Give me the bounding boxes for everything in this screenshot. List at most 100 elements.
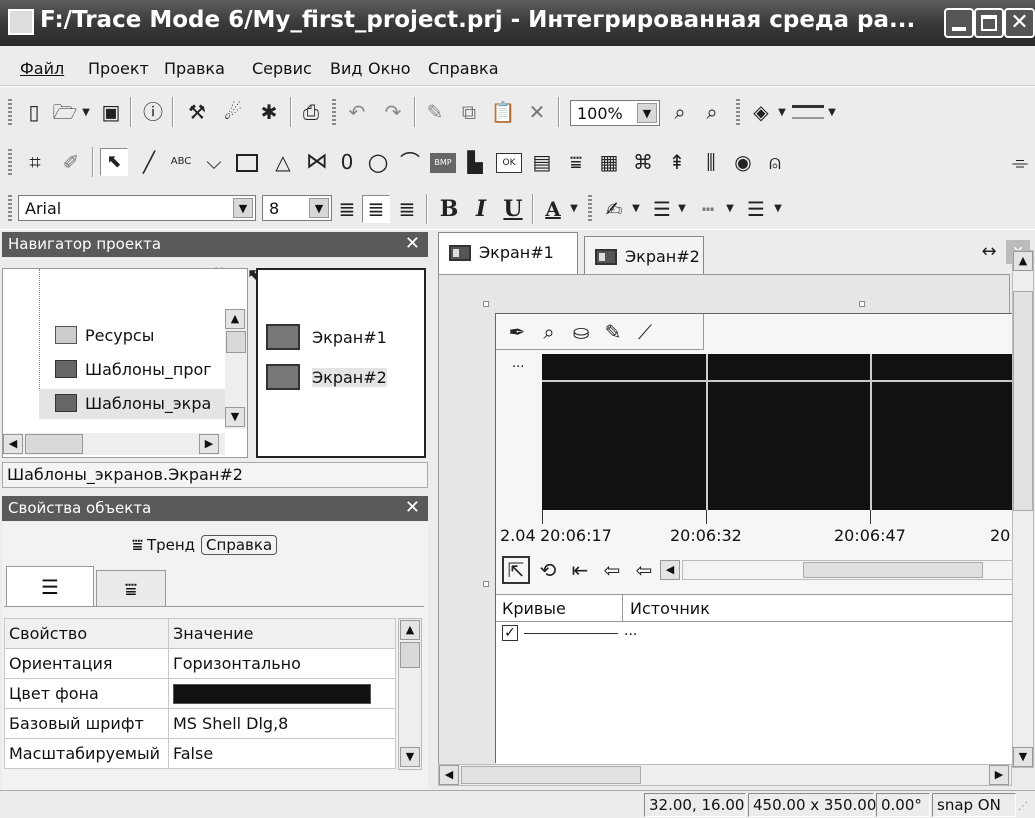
bold-icon[interactable]: B	[436, 195, 462, 223]
table-row[interactable]: Ориентация Горизонтально	[4, 648, 396, 679]
selection-handle[interactable]	[483, 581, 489, 587]
menu-help[interactable]: Справка	[428, 59, 499, 78]
color-swatch[interactable]	[173, 683, 371, 704]
menu-file[interactable]: Файл	[20, 59, 64, 78]
tab-screen-1[interactable]: Экран#1	[438, 232, 578, 274]
menu-edit[interactable]: Правка	[164, 59, 225, 78]
table-tool-icon[interactable]: ▦	[596, 149, 622, 175]
underline-icon[interactable]: U	[500, 195, 526, 223]
prev-page-icon[interactable]: ⇦	[598, 556, 626, 584]
tab-properties[interactable]: ☰	[6, 566, 94, 606]
save-icon[interactable]: ▣	[98, 99, 124, 125]
dropdown-arrow-icon[interactable]: ▼	[676, 201, 688, 217]
dropdown-arrow-icon[interactable]: ▼	[568, 201, 580, 217]
property-value[interactable]: MS Shell Dlg,8	[168, 708, 396, 739]
pen-icon[interactable]: ✒	[504, 320, 530, 344]
arc-tool-icon[interactable]: ⌒	[396, 149, 424, 175]
close-icon[interactable]: ✕	[405, 233, 420, 254]
horizontal-scrollbar[interactable]: ◀ ▶	[3, 433, 225, 455]
ruler-icon[interactable]: ⟋	[632, 320, 658, 344]
tree-item-program-templates[interactable]: Шаблоны_прог	[39, 355, 225, 385]
select-pointer-button[interactable]: ⬉	[100, 148, 128, 176]
editor-vscroll[interactable]: ▲ ▼	[1012, 250, 1034, 768]
compile-icon[interactable]: ⚒	[184, 99, 210, 125]
open-folder-icon[interactable]: 🗁	[52, 99, 78, 125]
print-icon[interactable]: ⎙	[298, 99, 324, 125]
valve-tool-icon[interactable]: ⋈	[302, 149, 332, 175]
triangle-tool-icon[interactable]: △	[270, 149, 296, 175]
disk-tool-icon[interactable]: ◉	[730, 149, 756, 175]
vertical-scrollbar[interactable]: ▲ ▼	[398, 618, 422, 770]
scroll-up-icon[interactable]: ▲	[400, 620, 420, 640]
selection-handle[interactable]	[483, 301, 489, 307]
editor-hscroll[interactable]: ◀ ▶	[438, 764, 1012, 786]
line-tool-icon[interactable]: ╱	[136, 149, 162, 175]
scroll-right-icon[interactable]: ▶	[989, 765, 1009, 785]
edit-icon[interactable]: ✎	[600, 320, 626, 344]
tree-item-screen-templates[interactable]: Шаблоны_экра	[39, 389, 225, 419]
line-end-icon[interactable]: ☰	[742, 195, 770, 223]
property-value[interactable]	[168, 678, 396, 709]
time-scrollbar[interactable]	[682, 560, 1016, 580]
debug-bug-icon[interactable]: ✱	[256, 99, 282, 125]
scroll-left-icon[interactable]: ◀	[3, 434, 23, 454]
number-tool-icon[interactable]: 0	[336, 149, 358, 175]
help-button[interactable]: Справка	[201, 535, 278, 555]
export-icon[interactable]: ⇱	[502, 556, 530, 584]
font-color-icon[interactable]: A	[540, 195, 566, 223]
alarm-bell-icon[interactable]: ⍝	[762, 149, 788, 175]
zoom-select[interactable]: 100% ▼	[570, 100, 660, 126]
button-tool-icon[interactable]: OK	[496, 153, 522, 173]
tab-trend[interactable]: ⩸	[96, 570, 166, 606]
new-file-icon[interactable]: ▯	[22, 99, 46, 125]
trend-tool-icon[interactable]: ▤	[528, 149, 556, 175]
zoom-fit-icon[interactable]: ⌕	[666, 99, 694, 125]
format-brush-icon[interactable]: ✎	[422, 99, 448, 125]
tab-screen-2[interactable]: Экран#2	[584, 236, 704, 274]
zoom-icon[interactable]: ⌕	[536, 320, 562, 344]
font-name-select[interactable]: Arial ▼	[18, 195, 256, 221]
polyline-tool-icon[interactable]: ⌵	[200, 149, 228, 175]
table-row[interactable]: Масштабируемый False	[4, 738, 396, 769]
maximize-button[interactable]	[974, 8, 1004, 38]
minimize-button[interactable]	[944, 8, 974, 38]
close-button[interactable]: ✕	[1004, 8, 1035, 38]
align-right-icon[interactable]: ≣	[394, 195, 420, 223]
gauge-tool-icon[interactable]: ⇞	[664, 149, 690, 175]
bitmap-tool-icon[interactable]: BMP	[430, 153, 456, 173]
stamp-icon[interactable]: ⛀	[568, 320, 594, 344]
scroll-up-icon[interactable]: ▲	[1013, 251, 1033, 271]
first-page-icon[interactable]: ⇤	[566, 556, 594, 584]
scroll-down-icon[interactable]: ▼	[1013, 747, 1033, 767]
scroll-down-icon[interactable]: ▼	[225, 407, 245, 427]
vertical-scrollbar[interactable]: ▲ ▼	[225, 309, 247, 429]
pin-icon[interactable]: ✐	[58, 149, 84, 175]
trend-widget[interactable]: ✒ ⌕ ⛀ ✎ ⟋ ... 2.04 20:06:17 20:06:32 20:…	[495, 313, 1022, 764]
menu-view[interactable]: Вид	[330, 59, 362, 78]
copy-icon[interactable]: ⧉	[456, 99, 482, 125]
italic-icon[interactable]: I	[468, 195, 494, 223]
rectangle-tool-icon[interactable]	[236, 154, 258, 172]
dropdown-arrow-icon[interactable]: ▼	[772, 201, 784, 217]
link-tool-icon[interactable]: ⌘	[630, 149, 656, 175]
line-style-icon[interactable]	[792, 105, 824, 119]
align-center-button[interactable]: ≣	[362, 195, 390, 223]
histogram-tool-icon[interactable]: ⫼	[698, 149, 724, 175]
scroll-left-icon[interactable]: ◀	[660, 560, 680, 580]
overflow-icon[interactable]: ⌯	[1008, 149, 1032, 175]
dropdown-arrow-icon[interactable]: ▼	[80, 105, 92, 121]
text-tool-icon[interactable]: ABC	[166, 149, 196, 175]
dropdown-arrow-icon[interactable]: ▼	[776, 105, 788, 121]
back-icon[interactable]: ⇦	[630, 556, 658, 584]
screen-item-2[interactable]: Экран#2	[266, 362, 416, 392]
property-value[interactable]: Горизонтально	[168, 648, 396, 679]
line-width-icon[interactable]: ☰	[648, 195, 676, 223]
font-size-select[interactable]: 8 ▼	[262, 195, 332, 221]
tree-item-resources[interactable]: Ресурсы	[39, 321, 225, 351]
align-left-icon[interactable]: ≣	[334, 195, 360, 223]
property-value[interactable]: False	[168, 738, 396, 769]
menu-window[interactable]: Окно	[368, 59, 411, 78]
menu-project[interactable]: Проект	[88, 59, 149, 78]
table-row[interactable]: Цвет фона	[4, 678, 396, 709]
zoom-icon[interactable]: ⌕	[698, 99, 726, 125]
